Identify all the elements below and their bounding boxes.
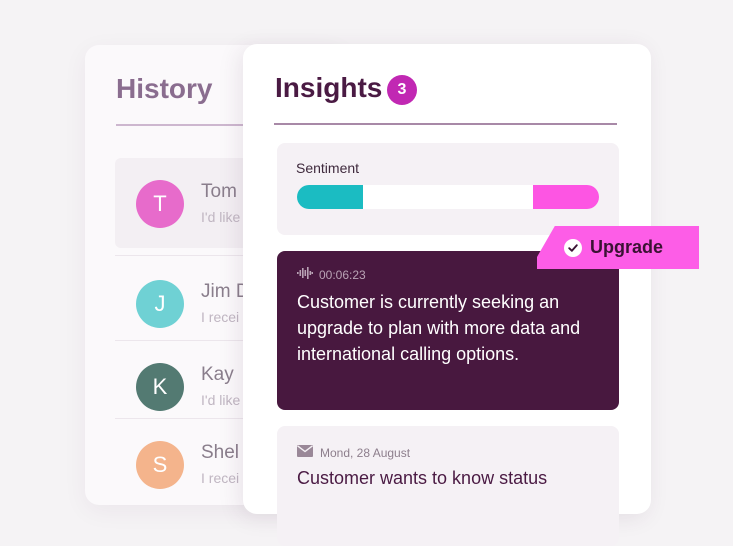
history-item-name: Kay <box>201 364 234 385</box>
insights-count-badge: 3 <box>387 75 417 105</box>
email-insight-card[interactable]: Mond, 28 August Customer wants to know s… <box>277 426 619 546</box>
history-item-name: Tom <box>201 181 237 202</box>
history-item-snippet: I'd like <box>201 392 241 408</box>
email-text: Customer wants to know status <box>297 468 548 488</box>
history-title: History <box>116 73 213 104</box>
insights-panel: Insights 3 Sentiment 00:06:23 Customer i… <box>243 44 651 546</box>
history-item-snippet: I'd like <box>201 209 241 225</box>
transcript-insight-card[interactable]: 00:06:23 Customer is currently seeking a… <box>277 251 619 410</box>
history-item-snippet: I recei <box>201 309 240 325</box>
upgrade-tag-label: Upgrade <box>590 237 664 257</box>
sentiment-positive-segment <box>532 185 599 209</box>
avatar: J <box>136 280 184 328</box>
sentiment-negative-segment <box>297 185 364 209</box>
audio-wave-icon <box>297 266 313 284</box>
history-item-name: Shel <box>201 442 240 463</box>
insights-divider <box>274 123 617 125</box>
check-circle-icon <box>564 238 582 257</box>
transcript-text: Customer is currently seeking an upgrade… <box>297 292 581 364</box>
avatar: K <box>136 363 184 411</box>
history-item-snippet: I recei <box>201 470 240 486</box>
insights-title: Insights <box>275 72 383 103</box>
sentiment-card: Sentiment <box>277 143 619 235</box>
avatar: S <box>136 441 184 489</box>
avatar: T <box>136 180 184 228</box>
envelope-icon <box>297 444 313 462</box>
transcript-timestamp: 00:06:23 <box>319 268 366 282</box>
upgrade-tag: Upgrade <box>537 226 699 269</box>
sentiment-label: Sentiment <box>296 160 360 176</box>
sentiment-bar <box>297 185 599 209</box>
email-date: Mond, 28 August <box>320 446 411 460</box>
